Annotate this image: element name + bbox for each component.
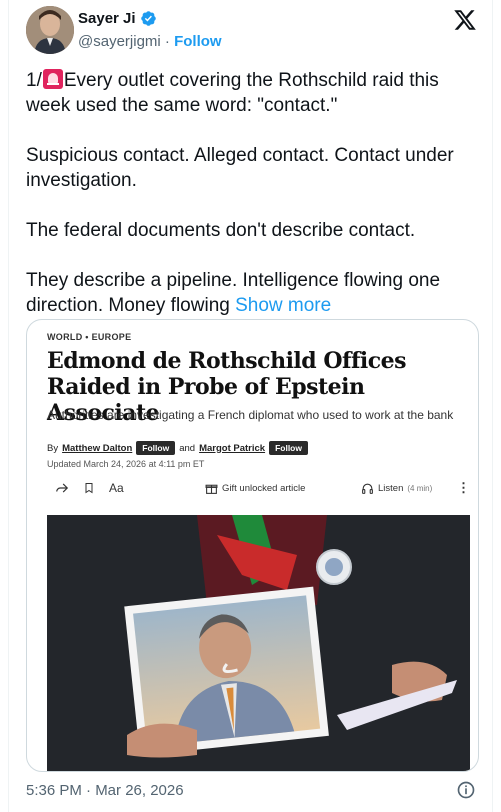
separator-dot: · bbox=[164, 33, 170, 50]
thread-number: 1/ bbox=[26, 70, 42, 91]
tweet-paragraph-text: Every outlet covering the Rothschild rai… bbox=[26, 70, 439, 116]
share-icon bbox=[55, 478, 69, 498]
listen-control: Listen (4 min) bbox=[361, 478, 432, 498]
author-name[interactable]: Sayer Ji bbox=[78, 10, 136, 27]
article-image-card[interactable]: WORLD • EUROPE Edmond de Rothschild Offi… bbox=[26, 319, 479, 772]
author-handle-row: @sayerjigmi · Follow bbox=[78, 33, 222, 50]
gift-icon bbox=[205, 484, 218, 494]
article-dek: Authorities are investigating a French d… bbox=[47, 408, 454, 422]
tweet-paragraph-text: The federal documents don't describe con… bbox=[26, 220, 416, 241]
font-size-icon: Aa bbox=[109, 481, 124, 495]
tweet-paragraph-text: Suspicious contact. Alleged contact. Con… bbox=[26, 145, 454, 191]
tweet-timestamp[interactable]: 5:36 PM · Mar 26, 2026 bbox=[26, 782, 184, 799]
show-more-link[interactable]: Show more bbox=[235, 295, 331, 316]
tweet-paragraph-text: They describe a pipeline. Intelligence f… bbox=[26, 270, 441, 316]
tweet-text: 1/Every outlet covering the Rothschild r… bbox=[26, 68, 481, 318]
avatar[interactable] bbox=[26, 6, 74, 54]
tweet-paragraph: 1/Every outlet covering the Rothschild r… bbox=[26, 68, 481, 118]
author-link: Margot Patrick bbox=[199, 442, 266, 454]
by-label: By bbox=[47, 442, 59, 454]
listen-duration: (4 min) bbox=[407, 483, 433, 493]
article-photo bbox=[47, 515, 470, 771]
bookmark-icon bbox=[83, 478, 95, 498]
subsection-label: EUROPE bbox=[91, 332, 132, 342]
follow-pill: Follow bbox=[269, 441, 308, 455]
follow-pill: Follow bbox=[136, 441, 176, 455]
gift-article: Gift unlocked article bbox=[205, 478, 305, 498]
listen-label: Listen bbox=[378, 482, 404, 494]
verified-badge-icon bbox=[140, 11, 156, 26]
article-section: WORLD • EUROPE bbox=[47, 332, 132, 342]
article-toolbar: Aa Gift unlocked article Listen (4 min) … bbox=[55, 478, 470, 498]
author-handle[interactable]: @sayerjigmi bbox=[78, 33, 161, 50]
tweet-paragraph: Suspicious contact. Alleged contact. Con… bbox=[26, 143, 481, 193]
tweet-paragraph: The federal documents don't describe con… bbox=[26, 218, 481, 243]
headphones-icon bbox=[362, 483, 373, 494]
author-name-row: Sayer Ji bbox=[78, 10, 157, 27]
and-label: and bbox=[179, 442, 196, 454]
follow-button[interactable]: Follow bbox=[174, 33, 222, 50]
article-byline: By Matthew Dalton Follow and Margot Patr… bbox=[47, 441, 308, 455]
tweet-paragraph: They describe a pipeline. Intelligence f… bbox=[26, 268, 481, 318]
more-options-icon: ⋮ bbox=[457, 480, 470, 495]
police-car-light-icon bbox=[42, 69, 63, 89]
author-link: Matthew Dalton bbox=[62, 442, 133, 454]
article-updated: Updated March 24, 2026 at 4:11 pm ET bbox=[47, 459, 205, 469]
info-icon[interactable] bbox=[456, 780, 476, 800]
x-logo-icon[interactable] bbox=[453, 8, 477, 32]
gift-label: Gift unlocked article bbox=[222, 482, 306, 494]
section-label: WORLD bbox=[47, 332, 83, 342]
